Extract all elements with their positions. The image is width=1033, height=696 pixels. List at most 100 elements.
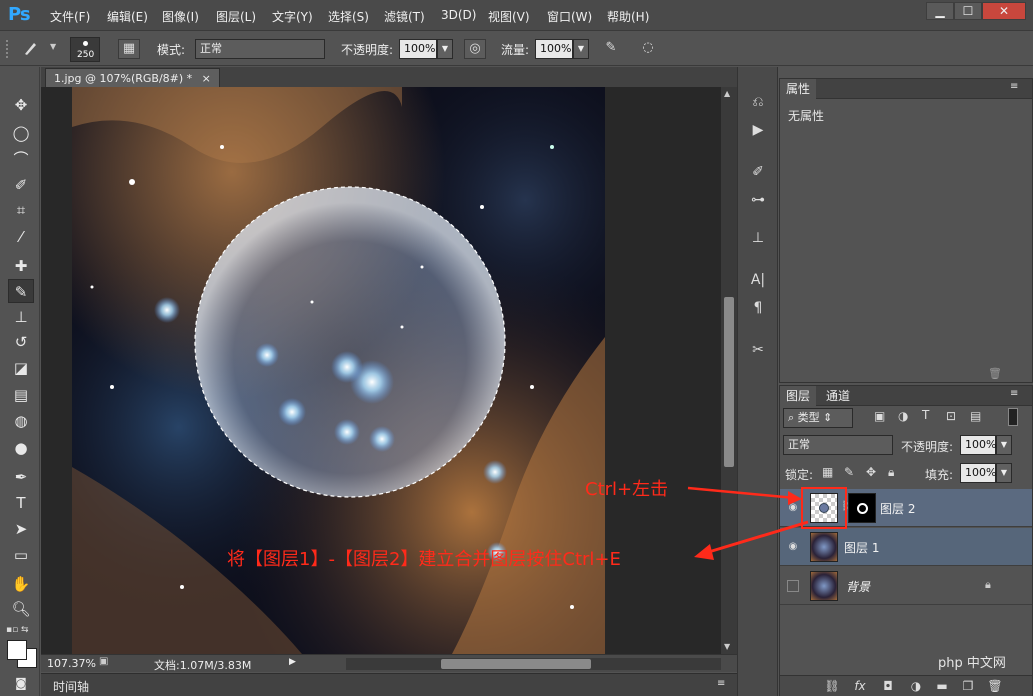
zoom-tool-icon[interactable]: 🔍︎ bbox=[8, 597, 34, 621]
status-menu-arrow-icon[interactable]: ▶ bbox=[289, 657, 296, 667]
filter-adjustment-icon[interactable]: ◑ bbox=[898, 409, 908, 423]
pressure-opacity-icon[interactable]: ◎ bbox=[464, 39, 486, 59]
menu-select[interactable]: 选择(S) bbox=[328, 8, 369, 25]
hand-tool-icon[interactable]: ✋ bbox=[8, 572, 34, 596]
document-tab[interactable]: 1.jpg @ 107%(RGB/8#) * × bbox=[45, 68, 220, 87]
add-mask-icon[interactable]: ◘ bbox=[878, 678, 898, 694]
lock-paint-icon[interactable]: ✎ bbox=[844, 465, 854, 479]
crop-tool-icon[interactable]: ⌗ bbox=[8, 198, 34, 222]
gradient-tool-icon[interactable]: ▤ bbox=[8, 383, 34, 407]
scroll-up-icon[interactable]: ▲ bbox=[724, 89, 730, 98]
quick-mask-icon[interactable]: ◙ bbox=[8, 671, 34, 695]
menu-image[interactable]: 图像(I) bbox=[162, 8, 199, 25]
opacity-input[interactable]: 100% bbox=[399, 39, 437, 59]
new-group-icon[interactable]: ▬ bbox=[932, 678, 952, 694]
lasso-tool-icon[interactable]: ⌒ bbox=[8, 147, 34, 171]
pen-tool-icon[interactable]: ✒ bbox=[8, 465, 34, 489]
visibility-toggle[interactable] bbox=[787, 580, 799, 592]
zoom-level[interactable]: 107.37% bbox=[47, 657, 96, 670]
delete-layer-icon[interactable]: 🗑︎ bbox=[985, 678, 1005, 694]
fill-dropdown[interactable]: ▼ bbox=[996, 463, 1012, 483]
horizontal-scroll-thumb[interactable] bbox=[441, 659, 591, 669]
vertical-scroll-thumb[interactable] bbox=[724, 297, 734, 467]
panel-menu-icon[interactable]: ≡ bbox=[1010, 81, 1018, 92]
horizontal-scrollbar[interactable] bbox=[346, 658, 721, 670]
marquee-tool-icon[interactable]: ◯ bbox=[8, 121, 34, 145]
menu-edit[interactable]: 编辑(E) bbox=[107, 8, 148, 25]
brush-presets-icon[interactable]: ✐ bbox=[746, 161, 770, 183]
default-colors-icon[interactable]: ▪▫ ⇆ bbox=[6, 625, 29, 635]
brush-tool-icon[interactable]: ✎ bbox=[8, 279, 34, 303]
menu-help[interactable]: 帮助(H) bbox=[607, 8, 649, 25]
tab-properties[interactable]: 属性 bbox=[780, 79, 817, 99]
delete-icon[interactable]: 🗑︎ bbox=[988, 367, 1002, 380]
layer-opacity-dropdown[interactable]: ▼ bbox=[996, 435, 1012, 455]
menu-3d[interactable]: 3D(D) bbox=[441, 8, 476, 22]
layer-filter-select[interactable]: ⌕ 类型 ⇕ bbox=[783, 408, 853, 428]
tab-layers[interactable]: 图层 bbox=[780, 386, 817, 406]
actions-play-icon[interactable]: ▶ bbox=[746, 119, 770, 141]
status-info-icon[interactable]: ▣ bbox=[99, 656, 108, 667]
close-button[interactable]: ✕ bbox=[982, 2, 1026, 20]
pressure-size-icon[interactable]: ◌ bbox=[637, 39, 659, 59]
lock-position-icon[interactable]: ✥ bbox=[866, 465, 876, 479]
clone-source-icon[interactable]: ⊥ bbox=[746, 227, 770, 249]
foreground-color-swatch[interactable] bbox=[7, 640, 27, 660]
fx-icon[interactable]: fx bbox=[850, 678, 870, 694]
panel-menu-icon[interactable]: ≡ bbox=[717, 678, 725, 689]
layer-row-background[interactable]: 背景 🔒︎ bbox=[780, 567, 1032, 605]
lock-all-icon[interactable]: 🔒︎ bbox=[888, 465, 894, 480]
scroll-down-icon[interactable]: ▼ bbox=[724, 642, 730, 651]
healing-brush-tool-icon[interactable]: ✚ bbox=[8, 254, 34, 278]
filter-type-icon[interactable]: T bbox=[922, 408, 929, 422]
link-layers-icon[interactable]: ⛓ bbox=[822, 678, 842, 694]
blur-tool-icon[interactable]: ◍ bbox=[8, 409, 34, 433]
layer-opacity-input[interactable]: 100% bbox=[960, 435, 996, 455]
path-select-tool-icon[interactable]: ➤ bbox=[8, 517, 34, 541]
timeline-tab[interactable]: 时间轴 bbox=[53, 678, 89, 695]
brush-preset-picker[interactable]: 250 bbox=[70, 37, 100, 62]
filter-shape-icon[interactable]: ⊡ bbox=[946, 409, 956, 423]
stamp-tool-icon[interactable]: ⊥ bbox=[8, 305, 34, 329]
history-icon[interactable]: ⎌ bbox=[746, 91, 770, 113]
chevron-down-icon[interactable]: ▼ bbox=[50, 42, 56, 51]
paragraph-icon[interactable]: ¶ bbox=[746, 297, 770, 319]
minimize-button[interactable]: ▁ bbox=[926, 2, 954, 20]
menu-type[interactable]: 文字(Y) bbox=[272, 8, 313, 25]
adjustment-layer-icon[interactable]: ◑ bbox=[906, 678, 926, 694]
flow-dropdown[interactable]: ▼ bbox=[573, 39, 589, 59]
maximize-button[interactable]: ☐ bbox=[954, 2, 982, 20]
character-icon[interactable]: A| bbox=[746, 269, 770, 291]
layer-row-1[interactable]: ◉ 图层 1 bbox=[780, 528, 1032, 566]
eraser-tool-icon[interactable]: ◪ bbox=[8, 356, 34, 380]
filter-smart-object-icon[interactable]: ▤ bbox=[970, 409, 981, 423]
menu-layer[interactable]: 图层(L) bbox=[216, 8, 256, 25]
tab-close-icon[interactable]: × bbox=[202, 72, 211, 85]
brush-tool-icon[interactable] bbox=[20, 39, 42, 59]
grip-handle[interactable] bbox=[6, 40, 10, 58]
new-layer-icon[interactable]: ❐ bbox=[958, 678, 978, 694]
menu-file[interactable]: 文件(F) bbox=[50, 8, 90, 25]
filter-toggle[interactable] bbox=[1008, 408, 1018, 426]
menu-window[interactable]: 窗口(W) bbox=[547, 8, 592, 25]
mode-select[interactable]: 正常 bbox=[195, 39, 325, 59]
opacity-dropdown[interactable]: ▼ bbox=[437, 39, 453, 59]
history-brush-tool-icon[interactable]: ↺ bbox=[8, 330, 34, 354]
eyedropper-tool-icon[interactable]: ⁄ bbox=[8, 225, 34, 249]
type-tool-icon[interactable]: T bbox=[8, 491, 34, 515]
layer-mask-thumbnail[interactable] bbox=[848, 493, 876, 523]
panel-menu-icon[interactable]: ≡ bbox=[1010, 388, 1018, 399]
airbrush-icon[interactable]: ✎ bbox=[600, 39, 622, 59]
layer-name[interactable]: 图层 1 bbox=[844, 539, 879, 556]
fill-input[interactable]: 100% bbox=[960, 463, 996, 483]
menu-view[interactable]: 视图(V) bbox=[488, 8, 530, 25]
shape-tool-icon[interactable]: ▭ bbox=[8, 543, 34, 567]
layer-name[interactable]: 背景 bbox=[846, 578, 870, 595]
filter-pixel-icon[interactable]: ▣ bbox=[874, 409, 885, 423]
brush-panel-icon[interactable]: ▦ bbox=[118, 39, 140, 59]
dodge-tool-icon[interactable]: ● bbox=[8, 436, 34, 460]
menu-filter[interactable]: 滤镜(T) bbox=[384, 8, 425, 25]
move-tool-icon[interactable]: ✥ bbox=[8, 93, 34, 117]
adjustments-icon[interactable]: ⊶ bbox=[746, 189, 770, 211]
tab-channels[interactable]: 通道 bbox=[820, 386, 856, 406]
